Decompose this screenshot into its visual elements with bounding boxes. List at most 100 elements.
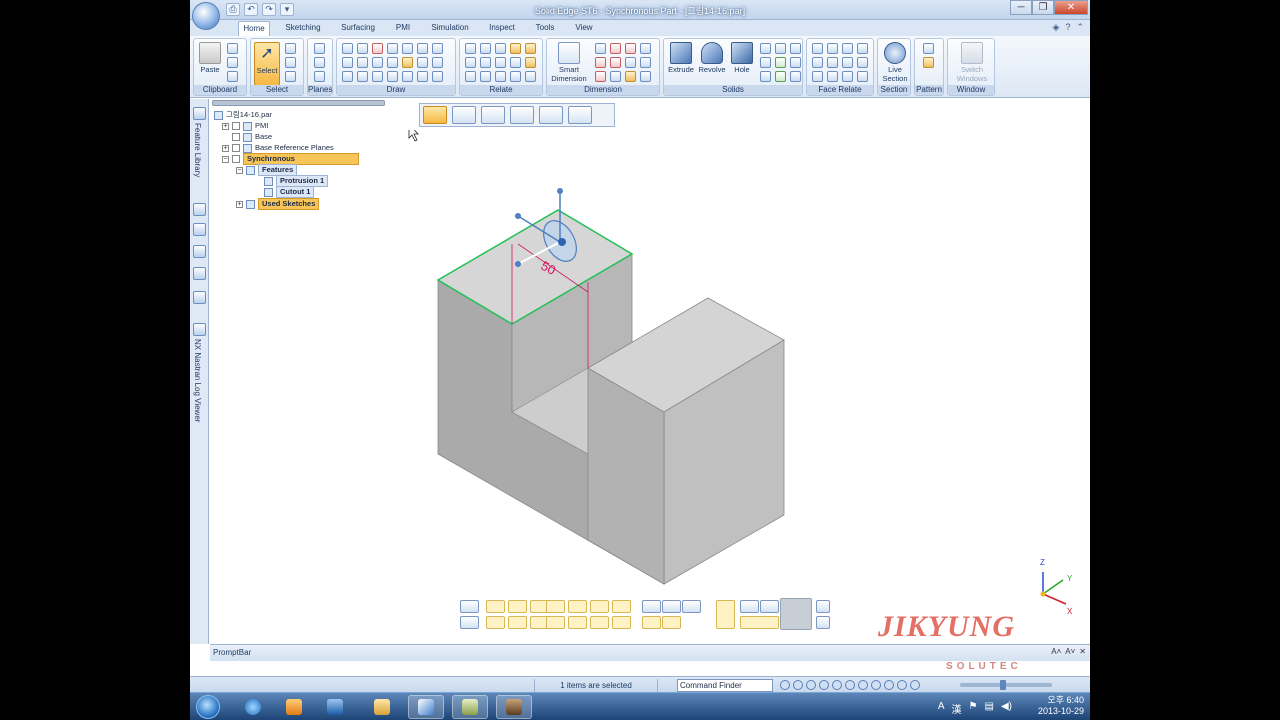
hole-button[interactable]: Hole: [730, 42, 754, 74]
zoom-area-icon[interactable]: [486, 600, 505, 613]
3d-model[interactable]: [436, 209, 785, 585]
revolve-button[interactable]: Revolve: [696, 42, 728, 74]
parts-library-icon[interactable]: [193, 291, 206, 304]
point-icon[interactable]: [387, 57, 398, 68]
tab-tools[interactable]: Tools: [530, 21, 560, 36]
offset-face-icon[interactable]: [827, 71, 838, 82]
symmetric-icon[interactable]: [480, 71, 491, 82]
ribbon-options-icon[interactable]: ◈: [1053, 22, 1060, 33]
stretch-icon[interactable]: [432, 71, 443, 82]
perpendicular-face-icon[interactable]: [857, 43, 868, 54]
action-center-icon[interactable]: ⚑: [969, 701, 978, 716]
clock[interactable]: 오후 6:40 2013-10-29: [1038, 695, 1084, 717]
add-body-icon[interactable]: [775, 57, 786, 68]
circle-icon[interactable]: [342, 71, 353, 82]
equal-radius-icon[interactable]: [857, 71, 868, 82]
rectangular-pattern-icon[interactable]: [923, 43, 934, 54]
perpendicular-icon[interactable]: [495, 57, 506, 68]
web-network-icon[interactable]: [790, 71, 801, 82]
close-button[interactable]: ✕: [1054, 0, 1088, 15]
view-style-status-icon[interactable]: [910, 680, 920, 690]
spline-icon[interactable]: [357, 57, 368, 68]
lip-icon[interactable]: [775, 71, 786, 82]
clear-selection-icon[interactable]: [740, 600, 759, 613]
promptbar-close-button[interactable]: ✕: [1079, 647, 1086, 656]
font-increase-button[interactable]: A˄: [1051, 647, 1061, 656]
distance-between-icon[interactable]: [595, 43, 606, 54]
arc-icon[interactable]: [357, 43, 368, 54]
symmetric-face-icon[interactable]: [842, 57, 853, 68]
single-view-icon[interactable]: [816, 616, 830, 629]
nastran-log-viewer-tab[interactable]: NX Nastran Log Viewer: [193, 339, 202, 422]
zoom-in-icon[interactable]: [780, 680, 790, 690]
tangent-icon[interactable]: [495, 43, 506, 54]
layers-icon[interactable]: [193, 203, 206, 216]
wireframe-icon[interactable]: [682, 600, 701, 613]
variable-table-icon[interactable]: [625, 71, 636, 82]
auto-dimension-icon[interactable]: [610, 71, 621, 82]
taskbar-internet-explorer[interactable]: [235, 695, 271, 719]
copy-icon[interactable]: [227, 57, 238, 68]
ribbon-minimize-icon[interactable]: ⌃: [1076, 22, 1084, 33]
magnify-icon[interactable]: [780, 598, 812, 630]
z-handle[interactable]: [557, 188, 563, 194]
symmetric-diameter-icon[interactable]: [640, 43, 651, 54]
equal-icon[interactable]: [465, 71, 476, 82]
horizontal-vertical-face-icon[interactable]: [812, 71, 823, 82]
concentric-icon[interactable]: [510, 57, 521, 68]
paste-button[interactable]: Paste: [198, 42, 222, 74]
rotate-view-icon[interactable]: [508, 600, 527, 613]
chamfer-dimension-icon[interactable]: [610, 57, 621, 68]
hidden-edges-icon[interactable]: [662, 616, 681, 629]
text-icon[interactable]: [640, 57, 651, 68]
view-back-icon[interactable]: [568, 616, 587, 629]
expand-icon[interactable]: +: [222, 122, 229, 130]
horizontal-vertical-icon[interactable]: [465, 57, 476, 68]
rigid-face-icon[interactable]: [842, 71, 853, 82]
y-handle[interactable]: [515, 213, 521, 219]
command-finder-input[interactable]: Command Finder: [677, 679, 773, 692]
taskbar-recorder[interactable]: [496, 695, 532, 719]
tab-view[interactable]: View: [570, 21, 598, 36]
angular-coordinate-icon[interactable]: [595, 57, 606, 68]
tab-inspect[interactable]: Inspect: [484, 21, 520, 36]
parallel-icon[interactable]: [480, 43, 491, 54]
extrude-button[interactable]: Extrude: [666, 42, 696, 74]
split-icon[interactable]: [432, 57, 443, 68]
feature-library-icon[interactable]: [193, 107, 206, 120]
rectangle-icon[interactable]: [342, 57, 353, 68]
network-icon[interactable]: ▤: [985, 701, 994, 716]
dimension-style-icon[interactable]: [625, 57, 636, 68]
attach-dimension-icon[interactable]: [595, 71, 606, 82]
rigid-set-icon[interactable]: [495, 71, 506, 82]
volume-icon[interactable]: ◀): [1001, 701, 1012, 716]
zoom-slider-thumb[interactable]: [1000, 680, 1006, 690]
x-handle[interactable]: [515, 261, 521, 267]
tile-view-icon[interactable]: [816, 600, 830, 613]
fit-status-icon[interactable]: [819, 680, 829, 690]
cut-icon[interactable]: [227, 43, 238, 54]
chamfer-icon[interactable]: [387, 71, 398, 82]
sensors-icon[interactable]: [193, 245, 206, 258]
view-yz-icon[interactable]: [568, 600, 587, 613]
select-filter-icon[interactable]: [716, 600, 735, 629]
minimize-button[interactable]: ─: [1010, 0, 1032, 15]
rib-icon[interactable]: [760, 71, 771, 82]
select-tools-icon[interactable]: [285, 71, 296, 82]
family-of-parts-icon[interactable]: [193, 223, 206, 236]
concentric-face-icon[interactable]: [827, 57, 838, 68]
display-button[interactable]: [539, 106, 563, 124]
shaded-icon[interactable]: [642, 600, 661, 613]
relationship-assistant-icon[interactable]: [525, 71, 536, 82]
zoom-area-status-icon[interactable]: [806, 680, 816, 690]
coincident-plane-icon[interactable]: [314, 43, 325, 54]
quickpick-icon[interactable]: [285, 43, 296, 54]
ime-mode-icon[interactable]: A: [938, 701, 945, 716]
visibility-checkbox[interactable]: [232, 122, 240, 130]
zoom-out-icon[interactable]: [793, 680, 803, 690]
show-hide-icon[interactable]: [760, 600, 779, 613]
tangent-face-icon[interactable]: [812, 57, 823, 68]
move-icon[interactable]: [402, 57, 413, 68]
shaded-edges-icon[interactable]: [662, 600, 681, 613]
taskbar-explorer[interactable]: [364, 695, 400, 719]
